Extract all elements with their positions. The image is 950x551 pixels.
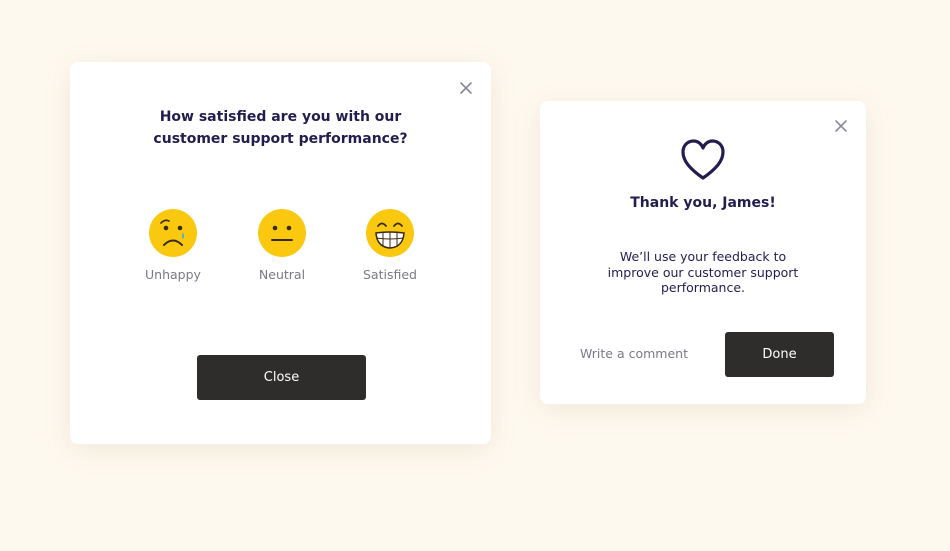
thank-you-title: Thank you, James! (630, 195, 776, 211)
rating-label-satisfied: Satisfied (363, 267, 417, 282)
heart-icon (681, 139, 725, 180)
rating-option-neutral[interactable]: Neutral (242, 208, 322, 282)
satisfaction-survey-card: How satisfied are you with our customer … (70, 62, 491, 444)
close-icon[interactable] (833, 118, 849, 134)
close-button[interactable]: Close (197, 355, 366, 400)
rating-option-satisfied[interactable]: Satisfied (350, 208, 430, 282)
sad-face-icon (149, 209, 197, 257)
survey-question: How satisfied are you with our customer … (110, 106, 451, 150)
neutral-face-icon (258, 209, 306, 257)
thank-you-message: We’ll use your feedback to improve our c… (607, 249, 799, 295)
done-button[interactable]: Done (725, 332, 834, 377)
rating-label-unhappy: Unhappy (145, 267, 201, 282)
write-comment-link[interactable]: Write a comment (580, 346, 688, 361)
close-icon[interactable] (458, 80, 474, 96)
thank-you-card: Thank you, James! We’ll use your feedbac… (540, 101, 866, 404)
rating-option-unhappy[interactable]: Unhappy (133, 208, 213, 282)
survey-question-line-1: How satisfied are you with our (159, 109, 402, 125)
rating-label-neutral: Neutral (258, 267, 306, 282)
survey-question-line-2: customer support performance? (153, 131, 408, 147)
grinning-face-icon (366, 209, 414, 257)
